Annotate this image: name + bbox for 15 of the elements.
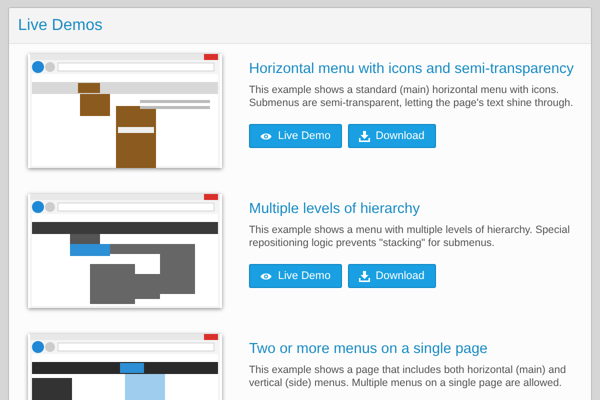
demo-description: This example shows a page that includes both horizontal (main) and vertical (side) menus. Multiple menus on a single page are allowed.	[249, 364, 567, 390]
live-demo-button[interactable]: Live Demo	[249, 124, 342, 148]
demo-title: Multiple levels of hierarchy	[249, 200, 421, 219]
download-button[interactable]: Download	[348, 124, 436, 148]
eye-icon	[260, 132, 272, 140]
eye-icon	[260, 272, 272, 280]
download-icon	[358, 130, 370, 142]
demo-description: This example shows a menu with multiple levels of hierarchy. Special repositioning logic prevents "stacking" for submenus.	[249, 224, 571, 250]
panel-title: Live Demos	[18, 16, 102, 36]
demo-title: Horizontal menu with icons and semi-transparency	[249, 60, 575, 79]
demo-title: Two or more menus on a single page	[249, 340, 489, 359]
demo-description: This example shows a standard (main) horizontal menu with icons. Submenus are semi-transparent, letting the page's text shine through.	[249, 84, 574, 110]
download-icon	[358, 270, 370, 282]
live-demo-button[interactable]: Live Demo	[249, 264, 342, 288]
download-button[interactable]: Download	[348, 264, 436, 288]
